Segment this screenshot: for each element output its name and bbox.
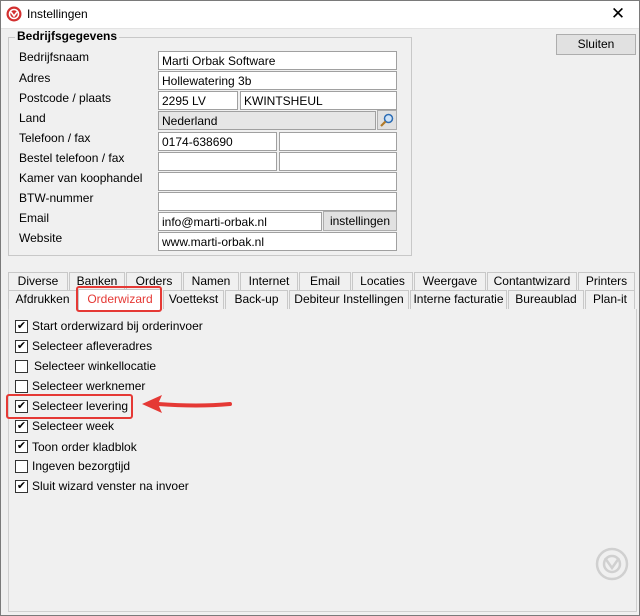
- postcode-city-label: Postcode / plaats: [19, 91, 112, 105]
- tab-back-up[interactable]: Back-up: [225, 290, 288, 309]
- title-bar: [0, 0, 640, 29]
- order-fax-field[interactable]: [279, 152, 397, 171]
- checkbox-toon-order-kladblok[interactable]: ✔: [15, 440, 28, 453]
- checkbox-label: Selecteer afleveradres: [32, 339, 153, 353]
- country-label: Land: [19, 111, 46, 125]
- phone-fax-label: Telefoon / fax: [19, 131, 91, 145]
- checkbox-selecteer-week[interactable]: ✔: [15, 420, 28, 433]
- phone-field[interactable]: 0174-638690: [158, 132, 277, 151]
- highlight-arrow-icon: [142, 395, 232, 413]
- tab-afdrukken[interactable]: Afdrukken: [8, 290, 77, 309]
- website-label: Website: [19, 231, 63, 245]
- fax-field[interactable]: [279, 132, 397, 151]
- email-label: Email: [19, 211, 50, 225]
- watermark-logo-icon: [595, 547, 629, 581]
- vat-number-label: BTW-nummer: [19, 191, 94, 205]
- checkbox-label: Sluit wizard venster na invoer: [32, 479, 189, 493]
- email-settings-button[interactable]: instellingen: [323, 211, 397, 231]
- tab-plan-it[interactable]: Plan-it: [585, 290, 635, 309]
- chamber-of-commerce-label: Kamer van koophandel: [19, 171, 143, 185]
- checkbox-label: Ingeven bezorgtijd: [32, 459, 131, 473]
- company-details-title: Bedrijfsgegevens: [15, 29, 120, 43]
- tab-orders[interactable]: Orders: [126, 272, 182, 290]
- address-field[interactable]: Hollewatering 3b: [158, 71, 397, 90]
- checkbox-selecteer-afleveradres[interactable]: ✔: [15, 340, 28, 353]
- city-field[interactable]: KWINTSHEUL: [240, 91, 397, 110]
- tab-diverse[interactable]: Diverse: [8, 272, 68, 290]
- tab-namen[interactable]: Namen: [183, 272, 239, 290]
- tab-contantwizard[interactable]: Contantwizard: [487, 272, 577, 290]
- tab-locaties[interactable]: Locaties: [352, 272, 413, 290]
- country-field[interactable]: Nederland: [158, 111, 376, 130]
- tab-interne-facturatie[interactable]: Interne facturatie: [410, 290, 507, 309]
- checkbox-selecteer-werknemer[interactable]: [15, 380, 28, 393]
- checkbox-label: Selecteer winkellocatie: [34, 359, 157, 373]
- website-field[interactable]: www.marti-orbak.nl: [158, 232, 397, 251]
- checkbox-selecteer-levering[interactable]: ✔: [15, 400, 28, 413]
- close-button[interactable]: Sluiten: [556, 34, 636, 55]
- tab-printers[interactable]: Printers: [578, 272, 635, 290]
- checkbox-start-orderwizard[interactable]: ✔: [15, 320, 28, 333]
- checkbox-label: Selecteer levering: [32, 399, 129, 413]
- tab-email[interactable]: Email: [299, 272, 351, 290]
- search-icon: [380, 113, 394, 127]
- country-lookup-button[interactable]: [377, 110, 397, 130]
- app-logo-icon: [6, 6, 22, 22]
- checkbox-label: Selecteer werknemer: [32, 379, 146, 393]
- tab-weergave[interactable]: Weergave: [414, 272, 486, 290]
- tab-banken[interactable]: Banken: [69, 272, 125, 290]
- vat-number-field[interactable]: [158, 192, 397, 211]
- order-phone-field[interactable]: [158, 152, 277, 171]
- close-window-button[interactable]: ✕: [596, 0, 640, 28]
- checkbox-ingeven-bezorgtijd[interactable]: [15, 460, 28, 473]
- checkbox-label: Start orderwizard bij orderinvoer: [32, 319, 203, 333]
- tab-bureaublad[interactable]: Bureaublad: [508, 290, 584, 309]
- tab-debiteur-instellingen[interactable]: Debiteur Instellingen: [289, 290, 409, 309]
- tab-internet[interactable]: Internet: [240, 272, 298, 290]
- tab-voettekst[interactable]: Voettekst: [163, 290, 224, 309]
- address-label: Adres: [19, 71, 51, 85]
- tab-orderwizard[interactable]: Orderwizard: [78, 289, 162, 310]
- checkbox-label: Selecteer week: [32, 419, 115, 433]
- chamber-of-commerce-field[interactable]: [158, 172, 397, 191]
- order-phone-fax-label: Bestel telefoon / fax: [19, 151, 125, 165]
- email-field[interactable]: info@marti-orbak.nl: [158, 212, 322, 231]
- checkbox-selecteer-winkellocatie[interactable]: [15, 360, 28, 373]
- company-name-label: Bedrijfsnaam: [19, 50, 90, 64]
- window-title: Instellingen: [27, 7, 88, 21]
- checkbox-sluit-wizard-venster[interactable]: ✔: [15, 480, 28, 493]
- checkbox-label: Toon order kladblok: [32, 440, 137, 454]
- company-name-field[interactable]: Marti Orbak Software: [158, 51, 397, 70]
- postcode-field[interactable]: 2295 LV: [158, 91, 238, 110]
